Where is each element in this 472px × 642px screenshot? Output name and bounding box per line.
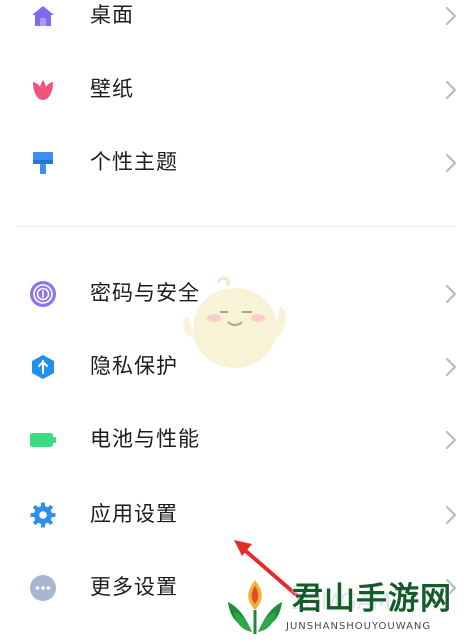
settings-item-desktop[interactable]: 桌面 [0,0,472,44]
chevron-right-icon [444,504,458,526]
watermark-subtitle: JUNSHANSHOUYOUWANG [286,621,432,632]
settings-item-label: 个性主题 [90,150,178,174]
tulip-icon [29,76,57,104]
settings-item-label: 更多设置 [90,575,178,599]
mascot-watermark [180,276,290,372]
battery-icon [29,426,57,454]
chevron-right-icon [444,283,458,305]
settings-item-wallpaper[interactable]: 壁纸 [0,62,472,118]
chevron-right-icon [444,5,458,27]
chevron-right-icon [444,152,458,174]
watermark-title: 君山手游网 [292,581,452,617]
settings-item-theme[interactable]: 个性主题 [0,135,472,191]
settings-item-label: 隐私保护 [90,354,178,378]
settings-item-label: 应用设置 [90,502,178,526]
chevron-right-icon [444,429,458,451]
privacy-shield-icon [29,353,57,381]
chevron-right-icon [444,356,458,378]
site-watermark: 君山手游网 JUNSHANSHOUYOUWANG [222,576,472,641]
brush-icon [29,149,57,177]
settings-item-label: 桌面 [90,3,134,27]
gear-icon [29,501,57,529]
home-icon [29,2,57,30]
more-dots-icon [29,574,57,602]
settings-item-label: 壁纸 [90,77,134,101]
settings-item-label: 电池与性能 [90,427,200,451]
watermark-logo-icon [222,576,288,638]
settings-item-battery[interactable]: 电池与性能 [0,412,472,468]
fingerprint-icon [29,280,57,308]
chevron-right-icon [444,79,458,101]
section-divider [18,226,454,227]
